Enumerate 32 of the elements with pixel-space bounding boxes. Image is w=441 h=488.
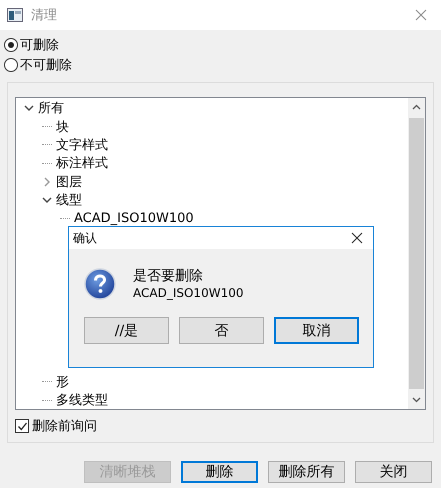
tree-item[interactable]: 所有 [38, 99, 64, 118]
item-name: ACAD_ISO10W100 [133, 286, 244, 300]
dialog-button[interactable]: 关闭 [355, 461, 432, 483]
tree-item[interactable]: 块 [56, 118, 69, 136]
checkbox-option[interactable]: 删除前询问 [15, 416, 426, 436]
dialog-title: 确认 [73, 230, 97, 246]
scrollbar[interactable] [408, 98, 425, 409]
question-icon [84, 268, 116, 300]
chevron-down-icon[interactable] [24, 103, 34, 114]
tree-item[interactable]: 形 [56, 372, 69, 391]
chevron-down-icon[interactable] [42, 195, 52, 206]
close-icon[interactable] [351, 232, 363, 244]
tree-item[interactable]: 线型 [56, 191, 82, 210]
tree-item[interactable]: 多线类型 [56, 391, 108, 410]
chevron-right-icon[interactable] [42, 176, 52, 187]
radio-option[interactable]: 不可删除 [4, 55, 434, 75]
checkmark-icon [16, 420, 28, 432]
window-title: 清理 [31, 7, 58, 24]
app-icon [7, 8, 23, 22]
tree-item[interactable]: 图层 [56, 172, 82, 191]
dialog-message: 是否要删除 [133, 267, 204, 285]
dialog-button[interactable]: 删除所有 [268, 461, 345, 483]
dialog-button[interactable]: //是 [84, 317, 169, 344]
dialog-button[interactable]: 取消 [274, 317, 359, 344]
tree-item[interactable]: 标注样式 [56, 154, 108, 172]
scroll-down-icon[interactable] [412, 397, 421, 403]
radio-option[interactable]: 可删除 [4, 35, 434, 55]
dialog-button[interactable]: 否 [179, 317, 264, 344]
tree-item[interactable]: ACAD_ISO10W100 [74, 211, 194, 226]
tree-item[interactable]: 文字样式 [56, 136, 108, 154]
dialog-button[interactable]: 删除 [181, 461, 258, 483]
scroll-up-icon[interactable] [412, 104, 421, 110]
